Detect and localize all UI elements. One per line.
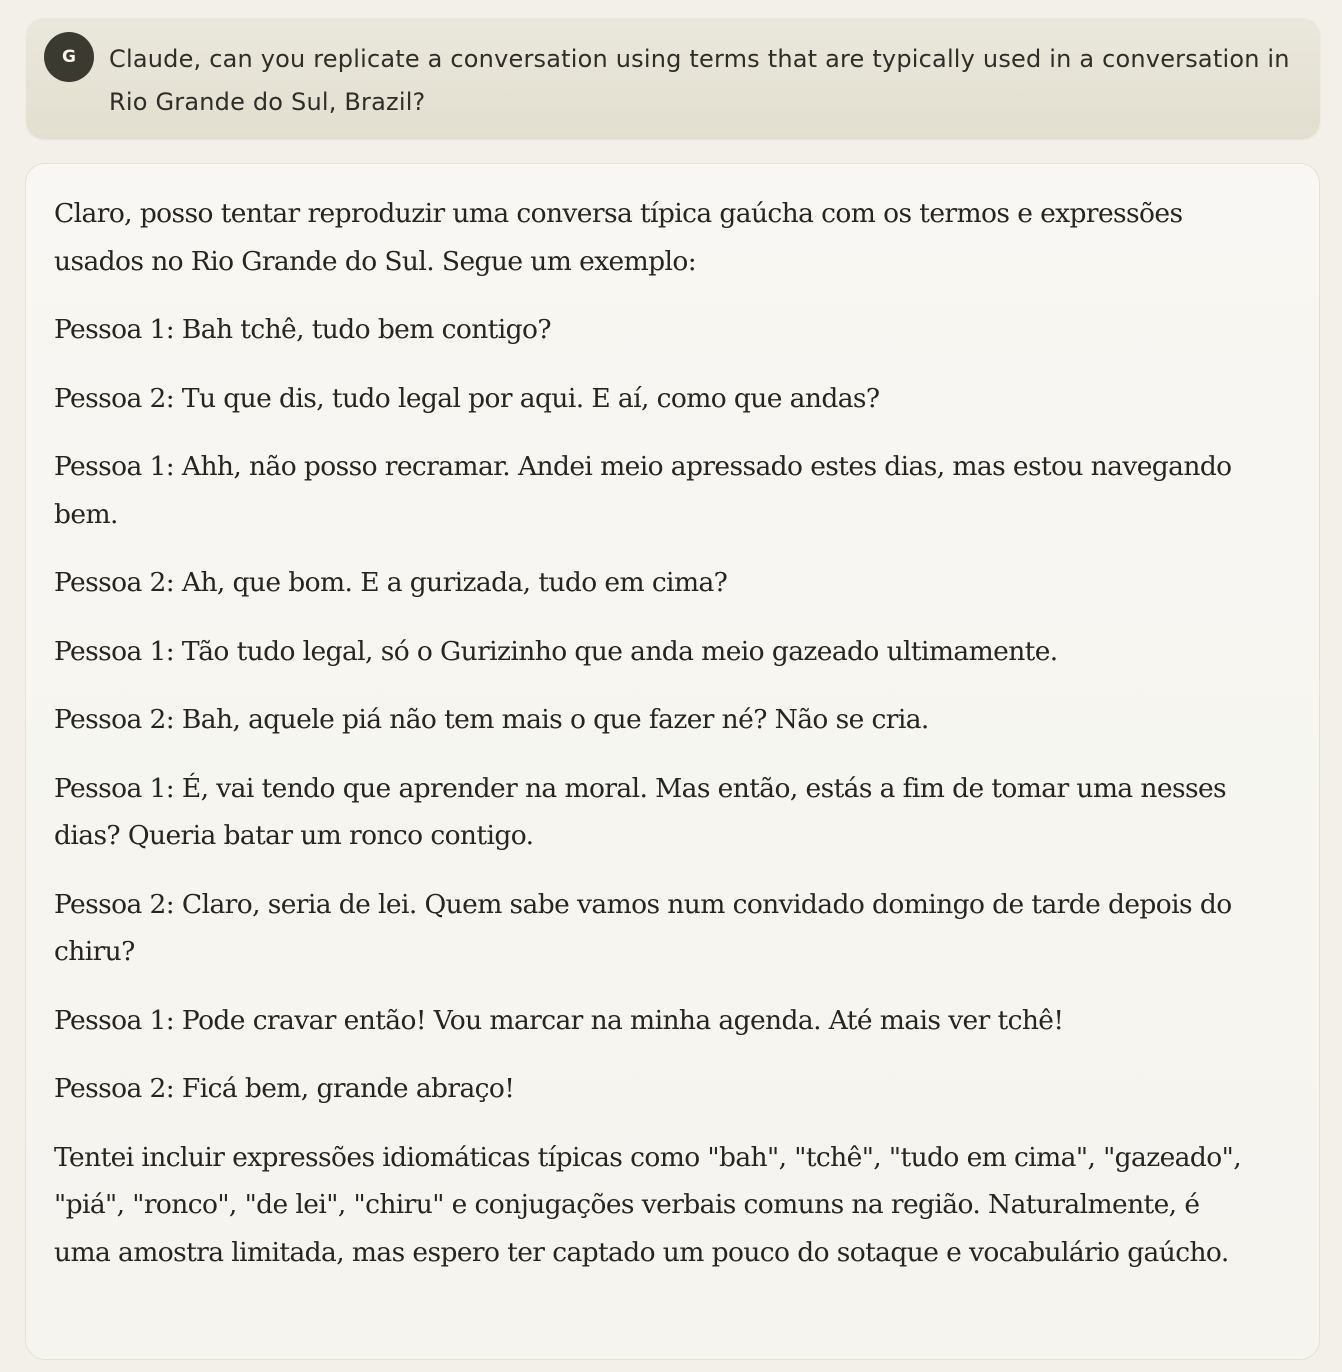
user-avatar: G bbox=[44, 32, 94, 82]
assistant-message-body: Claro, posso tentar reproduzir uma conve… bbox=[54, 190, 1244, 1297]
dialogue-line: Pessoa 1: Ahh, não posso recramar. Andei… bbox=[54, 451, 1232, 530]
assistant-paragraph-closing: Tentei incluir expressões idiomáticas tí… bbox=[54, 1141, 1242, 1268]
user-message-text: Claude, can you replicate a conversation… bbox=[109, 45, 1290, 116]
dialogue-line: Pessoa 1: Pode cravar então! Vou marcar … bbox=[54, 1004, 1064, 1036]
dialogue-line: Pessoa 1: Tão tudo legal, só o Gurizinho… bbox=[54, 635, 1058, 667]
dialogue-line: Pessoa 2: Ah, que bom. E a gurizada, tud… bbox=[54, 567, 728, 598]
user-message: G Claude, can you replicate a conversati… bbox=[26, 18, 1320, 139]
dialogue-line: Pessoa 2: Bah, aquele piá não tem mais o… bbox=[54, 704, 929, 735]
dialogue-line: Pessoa 1: Bah tchê, tudo bem contigo? bbox=[54, 314, 552, 345]
dialogue-line: Pessoa 2: Claro, seria de lei. Quem sabe… bbox=[54, 888, 1232, 968]
assistant-paragraph-intro: Claro, posso tentar reproduzir uma conve… bbox=[54, 198, 1183, 277]
dialogue-line: Pessoa 2: Tu que dis, tudo legal por aqu… bbox=[54, 382, 880, 414]
dialogue-line: Pessoa 1: É, vai tendo que aprender na m… bbox=[54, 772, 1227, 852]
assistant-message: Claro, posso tentar reproduzir uma conve… bbox=[25, 163, 1320, 1360]
dialogue-line: Pessoa 2: Ficá bem, grande abraço! bbox=[54, 1073, 515, 1104]
